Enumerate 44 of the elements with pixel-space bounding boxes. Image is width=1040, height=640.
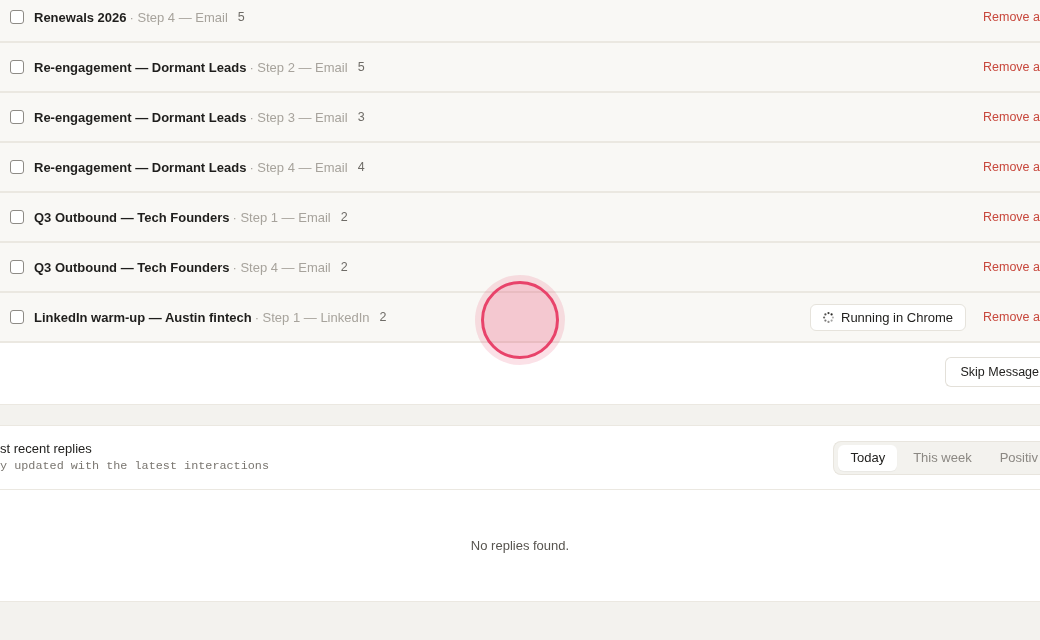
tab[interactable]: This week: [901, 444, 984, 471]
count-label: 5: [237, 10, 245, 24]
checkbox[interactable]: [10, 210, 24, 224]
status-label: Running in Chrome: [841, 309, 953, 325]
remove-link[interactable]: Remove a: [983, 160, 1040, 174]
campaign-name: Q3 Outbound — Tech Founders: [34, 209, 230, 225]
tab[interactable]: Today: [838, 444, 898, 471]
count-label: 3: [357, 110, 365, 124]
campaign-name: Re-engagement — Dormant Leads: [34, 59, 247, 75]
campaign-name: Re-engagement — Dormant Leads: [34, 159, 247, 175]
step-label: · Step 1 — LinkedIn: [254, 309, 370, 325]
campaign-name: LinkedIn warm-up — Austin fintech: [34, 309, 252, 325]
checkbox[interactable]: [10, 110, 24, 124]
count-label: 5: [357, 60, 365, 74]
spinner-icon: [823, 311, 834, 323]
checkbox[interactable]: [10, 260, 24, 274]
remove-link[interactable]: Remove a: [983, 260, 1040, 274]
campaign-name: Q3 Outbound — Tech Founders: [34, 259, 230, 275]
empty-message: No replies found.: [470, 538, 570, 553]
count-label: 4: [357, 160, 365, 174]
section-subtitle: y updated with the latest interactions: [0, 458, 269, 473]
step-label: · Step 1 — Email: [232, 209, 331, 225]
tab[interactable]: Positiv: [987, 444, 1040, 471]
campaign-name: Renewals 2026: [34, 9, 127, 25]
step-label: · Step 3 — Email: [249, 109, 348, 125]
remove-link[interactable]: Remove a: [983, 310, 1040, 324]
campaign-name: Re-engagement — Dormant Leads: [34, 109, 247, 125]
count-label: 2: [340, 260, 348, 274]
count-label: 2: [379, 310, 387, 324]
remove-link[interactable]: Remove a: [983, 60, 1040, 74]
step-label: · Step 2 — Email: [249, 59, 348, 75]
checkbox[interactable]: [10, 60, 24, 74]
count-label: 2: [340, 210, 348, 224]
remove-link[interactable]: Remove a: [983, 210, 1040, 224]
checkbox[interactable]: [10, 10, 24, 24]
step-label: · Step 4 — Email: [232, 259, 331, 275]
checkbox[interactable]: [10, 160, 24, 174]
skip-message-button[interactable]: Skip Message: [945, 357, 1040, 387]
section-title: st recent replies: [0, 440, 93, 456]
remove-link[interactable]: Remove a: [983, 110, 1040, 124]
step-label: · Step 4 — Email: [249, 159, 348, 175]
checkbox[interactable]: [10, 310, 24, 324]
step-label: · Step 4 — Email: [129, 9, 228, 25]
remove-link[interactable]: Remove a: [983, 10, 1040, 24]
